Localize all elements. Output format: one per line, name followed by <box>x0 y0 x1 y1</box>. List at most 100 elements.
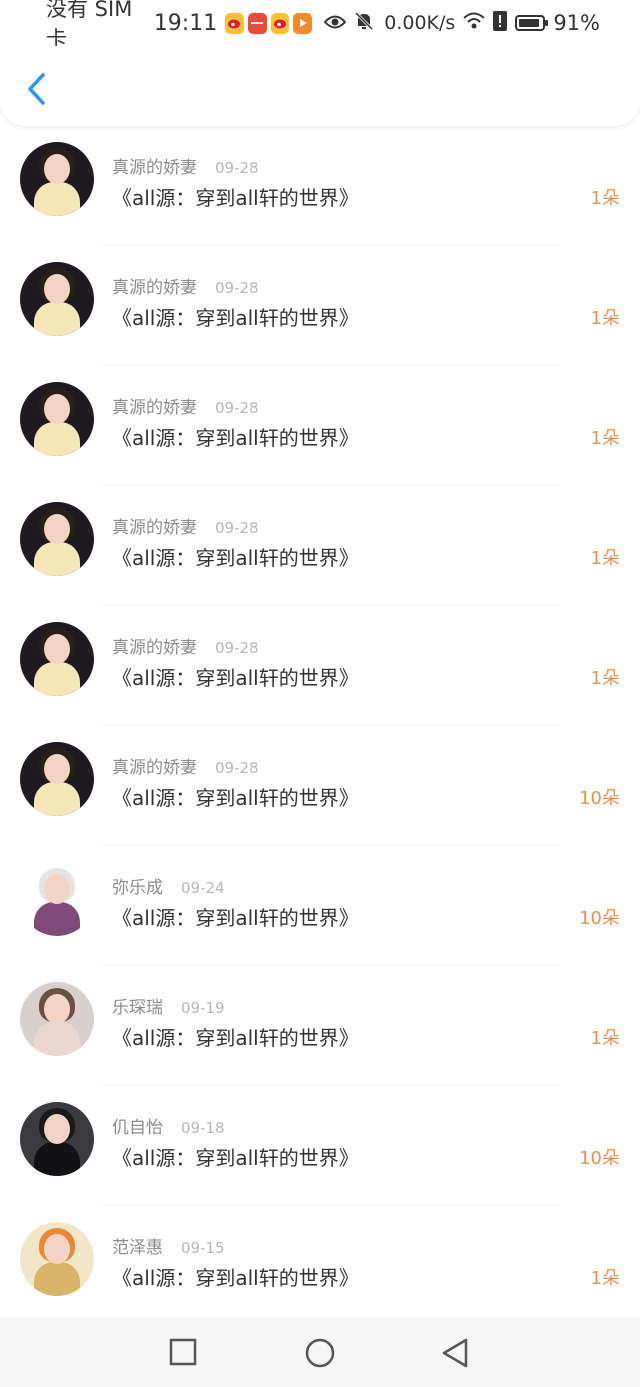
sender-name: 真源的娇妻 <box>112 758 197 778</box>
back-button[interactable] <box>16 66 56 112</box>
record-meta: 仉自怡 09-18 <box>112 1113 225 1138</box>
gift-amount: 10朵 <box>579 1148 620 1169</box>
avatar[interactable] <box>20 262 94 336</box>
record-meta: 乐琛瑞 09-19 <box>112 993 225 1018</box>
gift-amount: 1朵 <box>590 668 620 689</box>
avatar-figure-body <box>34 422 80 456</box>
avatar-figure-body <box>34 782 80 816</box>
eye-icon <box>323 11 347 35</box>
list-item[interactable]: 真源的娇妻 09-28 《all源：穿到all轩的世界》 1朵 <box>0 246 640 366</box>
battery-percent: 91% <box>553 11 600 35</box>
back-nav-button[interactable] <box>440 1337 470 1368</box>
record-meta: 真源的娇妻 09-28 <box>112 513 259 538</box>
recent-apps-button[interactable] <box>168 1337 198 1367</box>
home-button[interactable] <box>304 1337 335 1368</box>
avatar[interactable] <box>20 862 94 936</box>
sender-name: 真源的娇妻 <box>112 278 197 298</box>
work-title: 《all源：穿到all轩的世界》 <box>112 786 359 810</box>
alert-icon <box>493 10 508 36</box>
avatar[interactable] <box>20 1222 94 1296</box>
record-date: 09-28 <box>215 519 259 537</box>
work-title: 《all源：穿到all轩的世界》 <box>112 546 359 570</box>
sender-name: 真源的娇妻 <box>112 518 197 538</box>
system-nav-bar <box>0 1317 640 1387</box>
list-item[interactable]: 范泽惠 09-15 《all源：穿到all轩的世界》 1朵 <box>0 1206 640 1326</box>
clock: 19:11 <box>153 10 218 36</box>
work-title: 《all源：穿到all轩的世界》 <box>112 306 359 330</box>
record-date: 09-18 <box>181 1119 225 1137</box>
work-title: 《all源：穿到all轩的世界》 <box>112 906 359 930</box>
avatar[interactable] <box>20 502 94 576</box>
status-bar: 没有 SIM 卡 19:11 0.00K/s 91% <box>0 0 640 51</box>
sender-name: 范泽惠 <box>112 1238 163 1258</box>
list-item[interactable]: 真源的娇妻 09-28 《all源：穿到all轩的世界》 1朵 <box>0 486 640 606</box>
gift-amount: 10朵 <box>579 788 620 809</box>
gift-amount: 10朵 <box>579 908 620 929</box>
page-header <box>0 46 640 126</box>
list-item[interactable]: 乐琛瑞 09-19 《all源：穿到all轩的世界》 1朵 <box>0 966 640 1086</box>
avatar-figure-body <box>34 1022 80 1056</box>
avatar-figure-face <box>44 754 70 784</box>
sender-name: 真源的娇妻 <box>112 638 197 658</box>
gift-amount: 1朵 <box>590 188 620 209</box>
list-item[interactable]: 仉自怡 09-18 《all源：穿到all轩的世界》 10朵 <box>0 1086 640 1206</box>
sender-name: 真源的娇妻 <box>112 158 197 178</box>
work-title: 《all源：穿到all轩的世界》 <box>112 666 359 690</box>
avatar-figure-face <box>44 394 70 424</box>
gift-amount: 1朵 <box>590 428 620 449</box>
record-meta: 真源的娇妻 09-28 <box>112 273 259 298</box>
weibo-icon <box>270 12 290 34</box>
record-date: 09-28 <box>215 399 259 417</box>
gift-amount: 1朵 <box>590 308 620 329</box>
avatar[interactable] <box>20 142 94 216</box>
list-item[interactable]: 真源的娇妻 09-28 《all源：穿到all轩的世界》 10朵 <box>0 726 640 846</box>
work-title: 《all源：穿到all轩的世界》 <box>112 186 359 210</box>
record-date: 09-28 <box>215 159 259 177</box>
gift-amount: 1朵 <box>590 1268 620 1289</box>
huawei-app-icon <box>247 12 267 34</box>
work-title: 《all源：穿到all轩的世界》 <box>112 426 359 450</box>
sender-name: 仉自怡 <box>112 1118 163 1138</box>
work-title: 《all源：穿到all轩的世界》 <box>112 1266 359 1290</box>
record-date: 09-19 <box>181 999 225 1017</box>
record-meta: 真源的娇妻 09-28 <box>112 393 259 418</box>
list-item[interactable]: 弥乐成 09-24 《all源：穿到all轩的世界》 10朵 <box>0 846 640 966</box>
avatar[interactable] <box>20 1102 94 1176</box>
work-title: 《all源：穿到all轩的世界》 <box>112 1146 359 1170</box>
battery-level <box>519 19 540 27</box>
record-date: 09-28 <box>215 279 259 297</box>
avatar[interactable] <box>20 982 94 1056</box>
record-date: 09-24 <box>181 879 225 897</box>
record-meta: 弥乐成 09-24 <box>112 873 225 898</box>
record-meta: 范泽惠 09-15 <box>112 1233 225 1258</box>
avatar[interactable] <box>20 742 94 816</box>
work-title: 《all源：穿到all轩的世界》 <box>112 1026 359 1050</box>
record-date: 09-28 <box>215 639 259 657</box>
avatar[interactable] <box>20 622 94 696</box>
gift-amount: 1朵 <box>590 1028 620 1049</box>
avatar-figure-body <box>34 1262 80 1296</box>
avatar-figure-face <box>44 514 70 544</box>
triangle-back-icon <box>442 1338 468 1368</box>
avatar-figure-face <box>44 274 70 304</box>
record-meta: 真源的娇妻 09-28 <box>112 153 259 178</box>
circle-home-icon <box>305 1338 335 1368</box>
list-item[interactable]: 真源的娇妻 09-28 《all源：穿到all轩的世界》 1朵 <box>0 366 640 486</box>
avatar-figure-body <box>34 542 80 576</box>
sender-name: 弥乐成 <box>112 878 163 898</box>
network-speed: 0.00K/s <box>384 12 456 34</box>
list-item[interactable]: 真源的娇妻 09-28 《all源：穿到all轩的世界》 1朵 <box>0 126 640 246</box>
avatar[interactable] <box>20 382 94 456</box>
list-item[interactable]: 真源的娇妻 09-28 《all源：穿到all轩的世界》 1朵 <box>0 606 640 726</box>
avatar-figure-body <box>34 302 80 336</box>
avatar-figure-body <box>34 182 80 216</box>
record-date: 09-28 <box>215 759 259 777</box>
battery-icon <box>515 15 549 31</box>
avatar-figure-face <box>44 154 70 184</box>
wifi-icon <box>463 11 485 35</box>
weibo-icon <box>225 12 244 34</box>
bell-off-icon <box>354 11 374 36</box>
avatar-figure-body <box>34 662 80 696</box>
avatar-figure-face <box>44 874 70 904</box>
record-meta: 真源的娇妻 09-28 <box>112 753 259 778</box>
